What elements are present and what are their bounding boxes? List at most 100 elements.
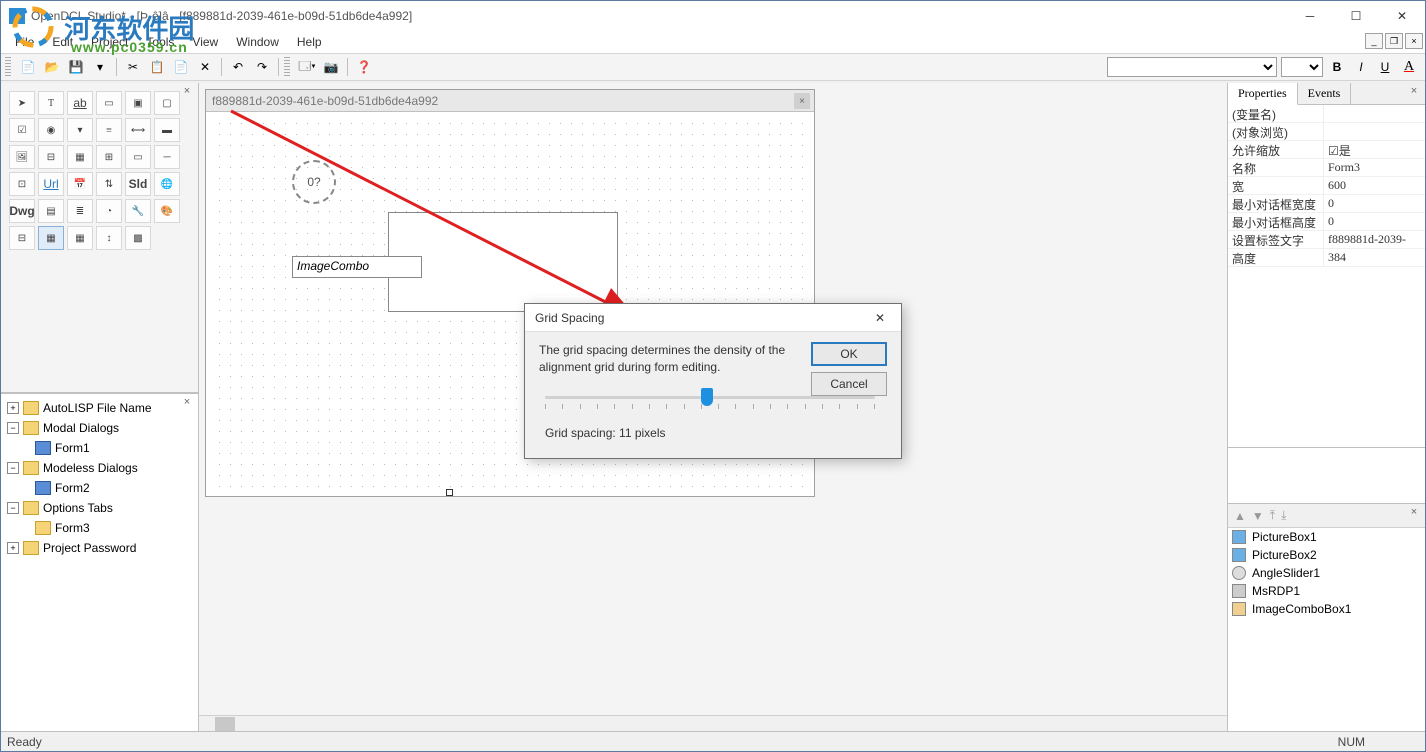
document-titlebar[interactable]: f889881d-2039-461e-b09d-51db6de4a992 × [206, 90, 814, 112]
close-button[interactable]: ✕ [1379, 1, 1425, 31]
tool-blocklist[interactable]: ▤ [38, 199, 64, 223]
tool-dwg[interactable]: Dwg [9, 199, 35, 223]
redo-button[interactable]: ↷ [251, 56, 273, 78]
zorder-item-label[interactable]: ImageComboBox1 [1252, 602, 1351, 616]
tool-rect[interactable]: ▭ [125, 145, 151, 169]
italic-button[interactable]: I [1351, 57, 1371, 77]
cut-button[interactable]: ✂ [122, 56, 144, 78]
tree-node-password[interactable]: Project Password [43, 541, 136, 555]
document-close-button[interactable]: × [794, 93, 810, 109]
imagecombo-widget[interactable]: ImageCombo [292, 256, 422, 278]
prop-val-name[interactable]: Form3 [1324, 159, 1425, 176]
tree-node-options[interactable]: Options Tabs [43, 501, 113, 515]
toolbox-close-icon[interactable]: × [180, 85, 194, 99]
tool-angle[interactable]: ◔ [96, 199, 122, 223]
zorder-up-icon[interactable]: ▲ [1234, 509, 1246, 523]
tool-line[interactable]: ─ [154, 145, 180, 169]
tree-node-modal[interactable]: Modal Dialogs [43, 421, 119, 435]
tree-expander[interactable]: − [7, 462, 19, 474]
tool-pointer[interactable]: ➤ [9, 91, 35, 115]
tool-globe[interactable]: 🌐 [154, 172, 180, 196]
angleslider-widget[interactable]: 0? [292, 160, 336, 204]
paste-button[interactable]: 📄 [170, 56, 192, 78]
selection-handle[interactable] [446, 489, 453, 496]
zorder-top-icon[interactable]: ⤒ [1270, 508, 1275, 523]
open-button[interactable]: 📂 [41, 56, 63, 78]
prop-val-height[interactable]: 384 [1324, 249, 1425, 266]
prop-val-minheight[interactable]: 0 [1324, 213, 1425, 230]
tool-picturebox[interactable]: 🖼 [9, 145, 35, 169]
mdi-minimize-button[interactable]: _ [1365, 33, 1383, 49]
tool-hatch[interactable]: ▩ [125, 226, 151, 250]
prop-val-varname[interactable] [1324, 105, 1425, 122]
prop-val-allowresize[interactable]: ☑是 [1324, 141, 1425, 158]
zorder-item-label[interactable]: PictureBox2 [1252, 548, 1317, 562]
tool-layerlist[interactable]: ≣ [67, 199, 93, 223]
font-color-button[interactable]: A [1399, 57, 1419, 77]
prop-val-caption[interactable]: f889881d-2039- [1324, 231, 1425, 248]
menu-help[interactable]: Help [289, 33, 330, 51]
font-size-combo[interactable] [1281, 57, 1323, 77]
mdi-close-button[interactable]: × [1405, 33, 1423, 49]
tool-grid[interactable]: ▦ [67, 145, 93, 169]
tool-frame[interactable]: ▢ [154, 91, 180, 115]
tool-spin[interactable]: ⇅ [96, 172, 122, 196]
tool-tab[interactable]: ⊟ [38, 145, 64, 169]
tool-combobox[interactable]: ▾ [67, 118, 93, 142]
tool-datatable[interactable]: ▦ [67, 226, 93, 250]
horizontal-scrollbar[interactable] [199, 715, 1227, 731]
tab-properties[interactable]: Properties [1228, 83, 1298, 105]
camera-button[interactable]: 📷 [320, 56, 342, 78]
menu-edit[interactable]: Edit [44, 33, 81, 51]
properties-grid[interactable]: (变量名) (对象浏览) 允许缩放☑是 名称Form3 宽600 最小对话框宽度… [1228, 105, 1425, 447]
menu-view[interactable]: View [184, 33, 226, 51]
tool-imagecombo[interactable]: ▦ [38, 226, 64, 250]
zorder-item-label[interactable]: MsRDP1 [1252, 584, 1300, 598]
prop-val-minwidth[interactable]: 0 [1324, 195, 1425, 212]
dialog-close-button[interactable]: ✕ [865, 308, 895, 328]
tab-events[interactable]: Events [1298, 83, 1352, 104]
tool-msrdp[interactable]: 🔧 [125, 199, 151, 223]
tool-checkbox[interactable]: ☑ [9, 118, 35, 142]
tree-node-form3[interactable]: Form3 [55, 521, 90, 535]
tree-node-modeless[interactable]: Modeless Dialogs [43, 461, 138, 475]
tree-expander[interactable]: − [7, 422, 19, 434]
undo-button[interactable]: ↶ [227, 56, 249, 78]
new-button[interactable]: 📄 [17, 56, 39, 78]
toolbar-grip-2[interactable] [284, 57, 290, 77]
tool-button[interactable]: ▭ [96, 91, 122, 115]
font-name-combo[interactable] [1107, 57, 1277, 77]
tool-color[interactable]: 🎨 [154, 199, 180, 223]
tool-splitter[interactable]: ⊟ [9, 226, 35, 250]
bold-button[interactable]: B [1327, 57, 1347, 77]
zorder-down-icon[interactable]: ▼ [1252, 509, 1264, 523]
tool-label[interactable]: T [38, 91, 64, 115]
tool-html[interactable]: ⊡ [9, 172, 35, 196]
mdi-restore-button[interactable]: ❐ [1385, 33, 1403, 49]
tree-node-autolisp[interactable]: AutoLISP File Name [43, 401, 152, 415]
tool-url[interactable]: Url [38, 172, 64, 196]
zorder-close-icon[interactable]: × [1407, 506, 1421, 520]
help-button[interactable]: ❓ [353, 56, 375, 78]
delete-button[interactable]: ✕ [194, 56, 216, 78]
save-button[interactable]: 💾 [65, 56, 87, 78]
menu-project[interactable]: Project [83, 33, 136, 51]
tool-sld[interactable]: Sld [125, 172, 151, 196]
tool-radio[interactable]: ◉ [38, 118, 64, 142]
tool-updown[interactable]: ↕ [96, 226, 122, 250]
ok-button[interactable]: OK [811, 342, 887, 366]
menu-tools[interactable]: Tools [138, 33, 182, 51]
zorder-item-label[interactable]: PictureBox1 [1252, 530, 1317, 544]
tool-tree[interactable]: ⊞ [96, 145, 122, 169]
minimize-button[interactable]: ─ [1287, 1, 1333, 31]
copy-button[interactable]: 📋 [146, 56, 168, 78]
tool-textbox[interactable]: ab [67, 91, 93, 115]
add-form-dropdown[interactable]: 🗔▾ [296, 56, 318, 78]
tool-listbox[interactable]: ≡ [96, 118, 122, 142]
tree-expander[interactable]: + [7, 542, 19, 554]
zorder-item-label[interactable]: AngleSlider1 [1252, 566, 1320, 580]
tree-close-icon[interactable]: × [180, 396, 194, 410]
menu-file[interactable]: File [7, 33, 42, 51]
tool-progress[interactable]: ▬ [154, 118, 180, 142]
prop-val-width[interactable]: 600 [1324, 177, 1425, 194]
